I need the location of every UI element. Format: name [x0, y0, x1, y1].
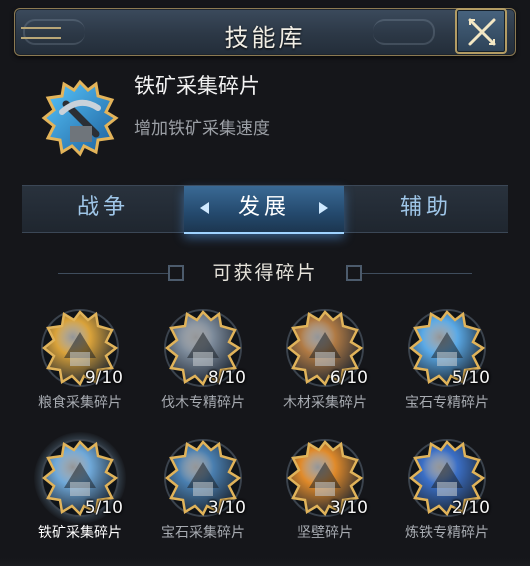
tab-war[interactable]: 战争 [22, 186, 184, 232]
fragment-card[interactable]: 3/10 宝石采集碎片 [148, 438, 258, 558]
title-bar: 技能库 [14, 8, 516, 56]
fragment-label: 木材采集碎片 [283, 395, 367, 411]
fragment-label: 宝石采集碎片 [161, 525, 245, 541]
section-title: 可获得碎片 [212, 262, 318, 284]
fragment-label: 宝石专精碎片 [405, 395, 489, 411]
fragment-label: 炼铁专精碎片 [405, 525, 489, 541]
fragment-count: 9/10 [84, 368, 123, 388]
fragment-count: 5/10 [451, 368, 490, 388]
section-heading: 可获得碎片 [58, 256, 472, 286]
fragment-count: 5/10 [84, 498, 123, 518]
tab-label: 战争 [76, 195, 129, 220]
arrow-right-icon[interactable] [318, 201, 330, 215]
fragment-card[interactable]: 2/10 炼铁专精碎片 [392, 438, 502, 558]
tab-label: 辅助 [399, 195, 452, 220]
tab-support[interactable]: 辅助 [344, 186, 508, 232]
decorative-knot [346, 265, 362, 281]
tab-development[interactable]: 发展 [184, 186, 344, 234]
selected-pickaxe-icon [41, 79, 119, 157]
fragment-label: 伐木专精碎片 [161, 395, 245, 411]
fragment-label: 粮食采集碎片 [38, 395, 122, 411]
fragment-card[interactable]: 5/10 宝石专精碎片 [392, 308, 502, 428]
fragment-card[interactable]: 6/10 木材采集碎片 [270, 308, 380, 428]
fragment-count: 3/10 [329, 498, 368, 518]
fragment-card[interactable]: 8/10 伐木专精碎片 [148, 308, 258, 428]
tab-label: 发展 [237, 195, 290, 220]
next-row-peek [0, 558, 530, 566]
fragment-count: 6/10 [329, 368, 368, 388]
fragment-card[interactable]: 9/10 粮食采集碎片 [25, 308, 135, 428]
close-button[interactable] [455, 8, 507, 54]
page-title: 技能库 [224, 24, 306, 52]
fragment-label: 铁矿采集碎片 [38, 525, 122, 541]
fragment-count: 2/10 [451, 498, 490, 518]
category-tabs: 战争 发展 辅助 [22, 185, 508, 234]
selected-skill-name: 铁矿采集碎片 [134, 74, 260, 98]
divider [362, 273, 472, 274]
close-icon [468, 18, 496, 46]
fragment-count: 8/10 [207, 368, 246, 388]
fragment-count: 3/10 [207, 498, 246, 518]
arrow-left-icon[interactable] [198, 201, 210, 215]
fragment-card[interactable]: 5/10 铁矿采集碎片 [25, 432, 135, 558]
fragment-label: 坚壁碎片 [297, 525, 353, 541]
selected-skill-description: 增加铁矿采集速度 [134, 119, 270, 139]
fragment-card[interactable]: 3/10 坚壁碎片 [270, 438, 380, 558]
